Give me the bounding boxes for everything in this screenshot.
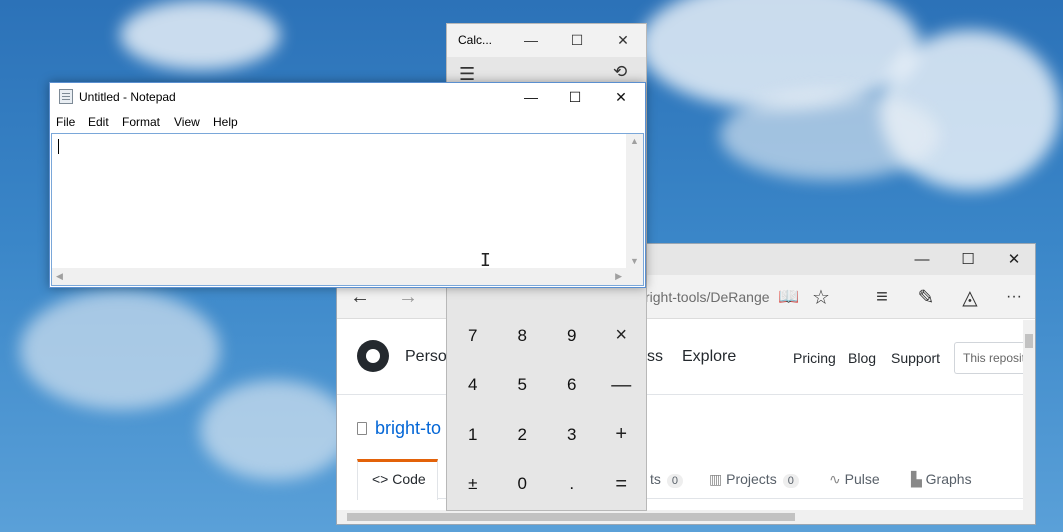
notepad-horizontal-scrollbar[interactable]: ◀ ▶ <box>52 268 626 285</box>
scroll-up-arrow-icon[interactable]: ▲ <box>630 136 639 146</box>
more-icon[interactable]: ··· <box>1001 284 1027 310</box>
notepad-close-button[interactable]: ✕ <box>598 83 644 111</box>
edge-close-button[interactable]: ✕ <box>991 244 1035 274</box>
nav-blog[interactable]: Blog <box>848 350 876 366</box>
text-caret <box>58 139 59 154</box>
graphs-icon: ▙ <box>911 471 926 487</box>
notepad-app-icon <box>59 89 73 104</box>
resize-grip-icon[interactable] <box>626 268 643 285</box>
notepad-titlebar: Untitled - Notepad — ☐ ✕ <box>50 83 645 111</box>
key-4[interactable]: 4 <box>448 360 498 410</box>
tab-code[interactable]: <> Code <box>357 459 438 500</box>
nav-pricing[interactable]: Pricing <box>793 350 836 366</box>
key-9[interactable]: 9 <box>547 311 597 361</box>
notepad-menubar: File Edit Format View Help <box>50 111 645 133</box>
menu-help[interactable]: Help <box>213 115 238 129</box>
edge-maximize-button[interactable]: ☐ <box>945 244 991 274</box>
menu-view[interactable]: View <box>174 115 200 129</box>
tab-graphs-label: Graphs <box>925 471 972 487</box>
key-6[interactable]: 6 <box>547 360 597 410</box>
key-add[interactable]: + <box>596 410 646 460</box>
web-note-icon[interactable]: ✎ <box>913 284 939 310</box>
tab-issues-label: ts <box>650 471 661 487</box>
scroll-down-arrow-icon[interactable]: ▼ <box>630 256 639 266</box>
notepad-vertical-scrollbar[interactable]: ▲ ▼ <box>626 134 643 268</box>
notepad-window: Untitled - Notepad — ☐ ✕ File Edit Forma… <box>49 82 646 288</box>
nav-explore[interactable]: Explore <box>682 348 736 366</box>
edge-minimize-button[interactable]: — <box>899 244 945 274</box>
scroll-left-arrow-icon[interactable]: ◀ <box>56 271 63 282</box>
notepad-maximize-button[interactable]: ☐ <box>552 83 598 111</box>
tab-pulse-label: Pulse <box>844 471 880 487</box>
calc-close-button[interactable]: ✕ <box>603 28 643 52</box>
key-2[interactable]: 2 <box>497 410 547 460</box>
tab-projects-label: Projects <box>726 471 777 487</box>
mouse-ibeam-cursor-icon: I <box>480 250 491 271</box>
github-logo-icon[interactable] <box>357 340 389 372</box>
tab-graphs[interactable]: ▙ Graphs <box>911 471 972 488</box>
tab-issues[interactable]: ts 0 <box>650 471 684 488</box>
pulse-icon: ∿ <box>829 471 845 487</box>
share-icon[interactable]: ◬ <box>957 284 983 310</box>
nav-business[interactable]: ss <box>647 348 663 366</box>
key-5[interactable]: 5 <box>497 360 547 410</box>
tab-projects[interactable]: ▥ Projects 0 <box>709 471 799 488</box>
nav-personal[interactable]: Perso <box>405 348 447 366</box>
notepad-minimize-button[interactable]: — <box>508 83 554 111</box>
key-subtract[interactable]: — <box>596 360 646 410</box>
desktop-cloud <box>120 0 280 70</box>
desktop-cloud <box>640 0 920 110</box>
repo-title-link[interactable]: bright-to <box>375 418 441 439</box>
projects-icon: ▥ <box>709 471 727 487</box>
menu-format[interactable]: Format <box>122 115 160 129</box>
key-equals[interactable]: = <box>596 459 646 509</box>
history-icon[interactable]: ⟲ <box>613 62 627 82</box>
edge-hscroll-thumb[interactable] <box>347 513 795 521</box>
edge-vertical-scrollbar[interactable] <box>1023 320 1035 510</box>
github-header: Perso ss Explore Pricing Blog Support Th… <box>337 320 1035 395</box>
key-decimal[interactable]: . <box>547 459 597 509</box>
key-1[interactable]: 1 <box>448 410 498 460</box>
key-multiply[interactable]: × <box>596 311 646 361</box>
calculator-titlebar: Calc... — ☐ ✕ <box>447 24 646 57</box>
calc-minimize-button[interactable]: — <box>511 28 551 52</box>
notepad-title: Untitled - Notepad <box>79 90 176 104</box>
edge-vscroll-thumb[interactable] <box>1025 334 1033 348</box>
nav-support[interactable]: Support <box>891 350 940 366</box>
key-0[interactable]: 0 <box>497 459 547 509</box>
calculator-title: Calc... <box>458 33 493 47</box>
desktop-cloud <box>720 90 940 180</box>
key-negate[interactable]: ± <box>448 459 498 509</box>
key-8[interactable]: 8 <box>497 311 547 361</box>
projects-counter: 0 <box>782 474 799 488</box>
calc-maximize-button[interactable]: ☐ <box>557 28 597 52</box>
key-7[interactable]: 7 <box>448 311 498 361</box>
edge-horizontal-scrollbar[interactable] <box>337 510 1035 524</box>
repo-icon <box>357 422 367 435</box>
issues-counter: 0 <box>666 474 684 488</box>
desktop-cloud <box>200 380 350 480</box>
address-bar[interactable]: right-tools/DeRange <box>645 289 770 305</box>
calculator-keypad: 7 8 9 × 4 5 6 — 1 2 3 + ± 0 . = <box>448 311 646 509</box>
menu-file[interactable]: File <box>56 115 75 129</box>
scroll-right-arrow-icon[interactable]: ▶ <box>615 271 622 282</box>
notepad-text-area[interactable]: ▲ ▼ ◀ ▶ <box>51 133 644 286</box>
reading-view-icon[interactable]: 📖 <box>777 284 801 310</box>
hub-icon[interactable]: ≡ <box>869 284 895 310</box>
key-3[interactable]: 3 <box>547 410 597 460</box>
tab-pulse[interactable]: ∿ Pulse <box>829 471 880 488</box>
desktop-cloud <box>20 290 220 410</box>
favorite-star-icon[interactable]: ☆ <box>809 284 833 310</box>
menu-edit[interactable]: Edit <box>88 115 109 129</box>
